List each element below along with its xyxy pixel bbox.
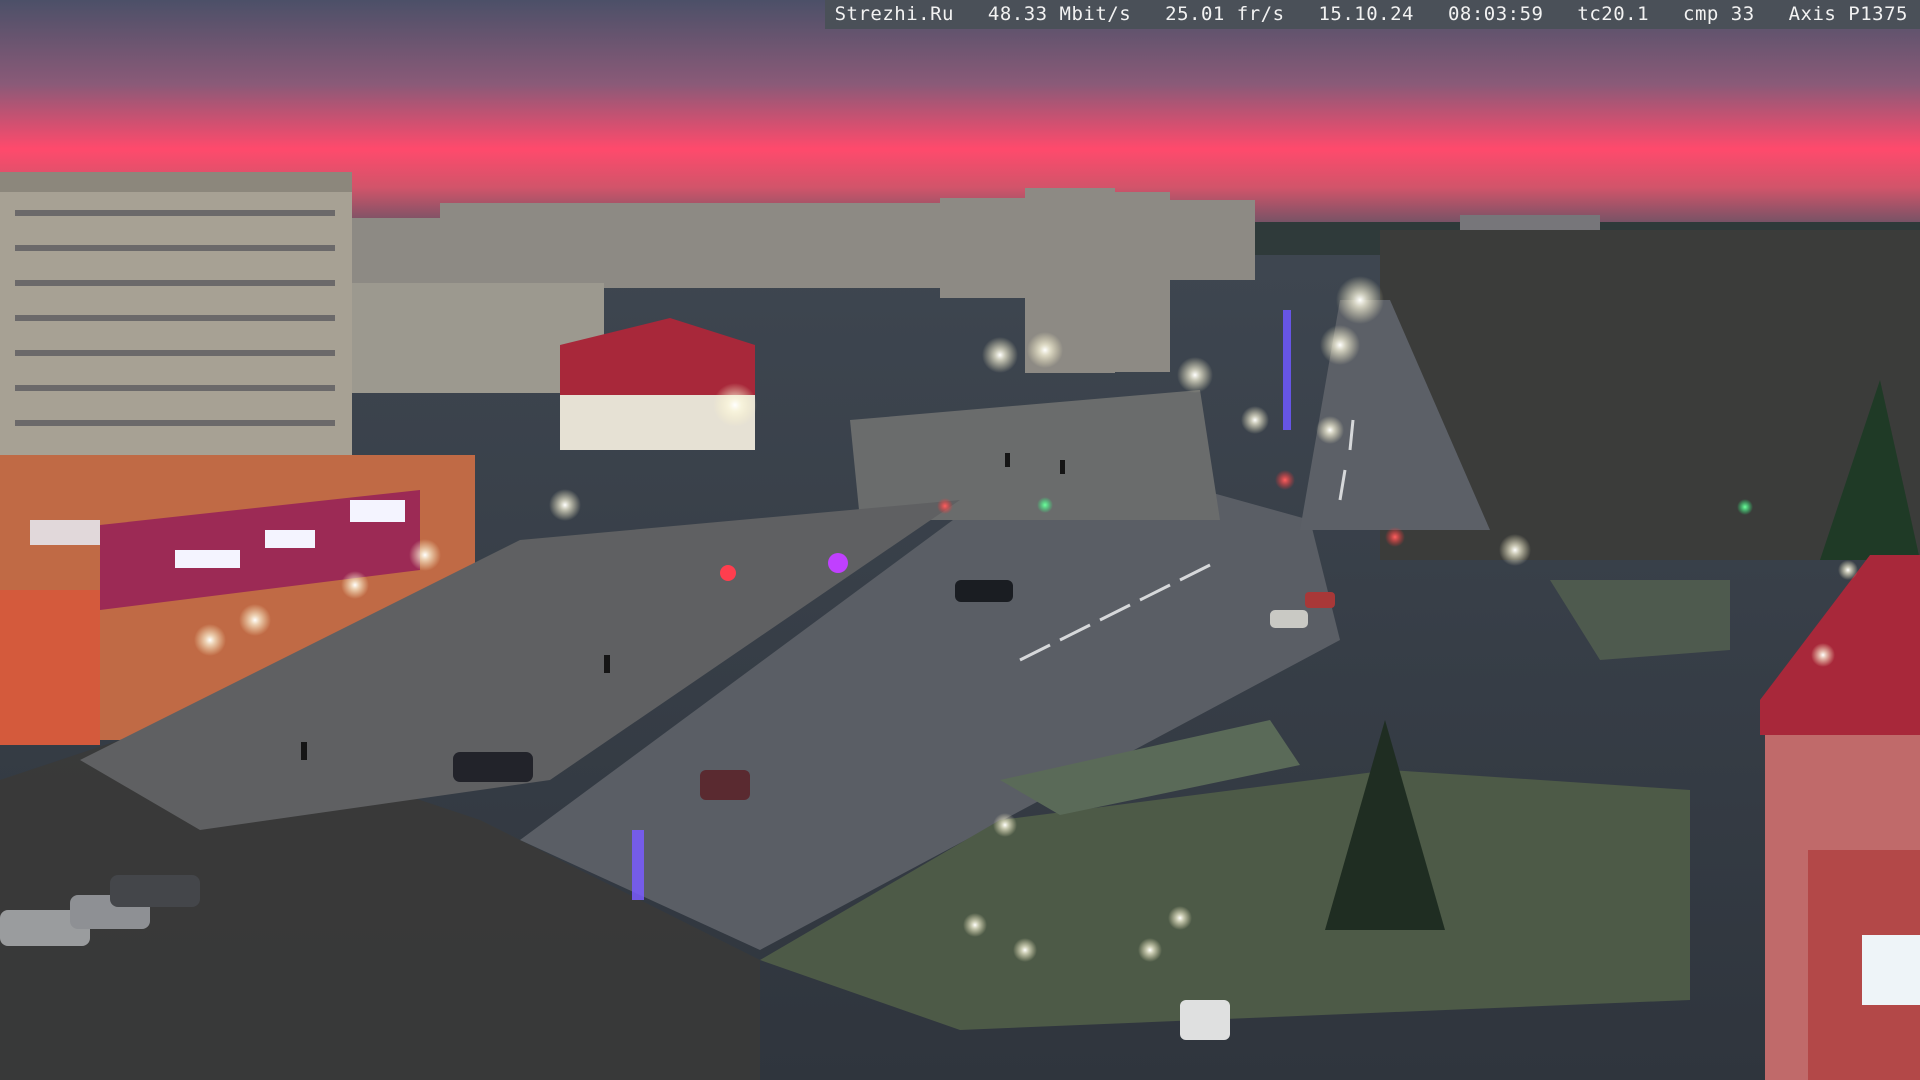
time-label: 08:03:59 <box>1447 3 1544 25</box>
date-label: 15.10.24 <box>1318 3 1414 25</box>
webcam-street-scene <box>0 0 1920 1080</box>
site-label: Strezhi.Ru <box>834 3 954 25</box>
cmp-label: cmp 33 <box>1683 3 1755 25</box>
camera-info-overlay: Strezhi.Ru 48.33 Mbit/s 25.01 fr/s 15.10… <box>824 0 1920 29</box>
tc-label: tc20.1 <box>1577 3 1650 25</box>
framerate-label: 25.01 fr/s <box>1165 3 1285 25</box>
camera-label: Axis P1375 <box>1788 3 1908 25</box>
bitrate-label: 48.33 Mbit/s <box>987 3 1132 25</box>
